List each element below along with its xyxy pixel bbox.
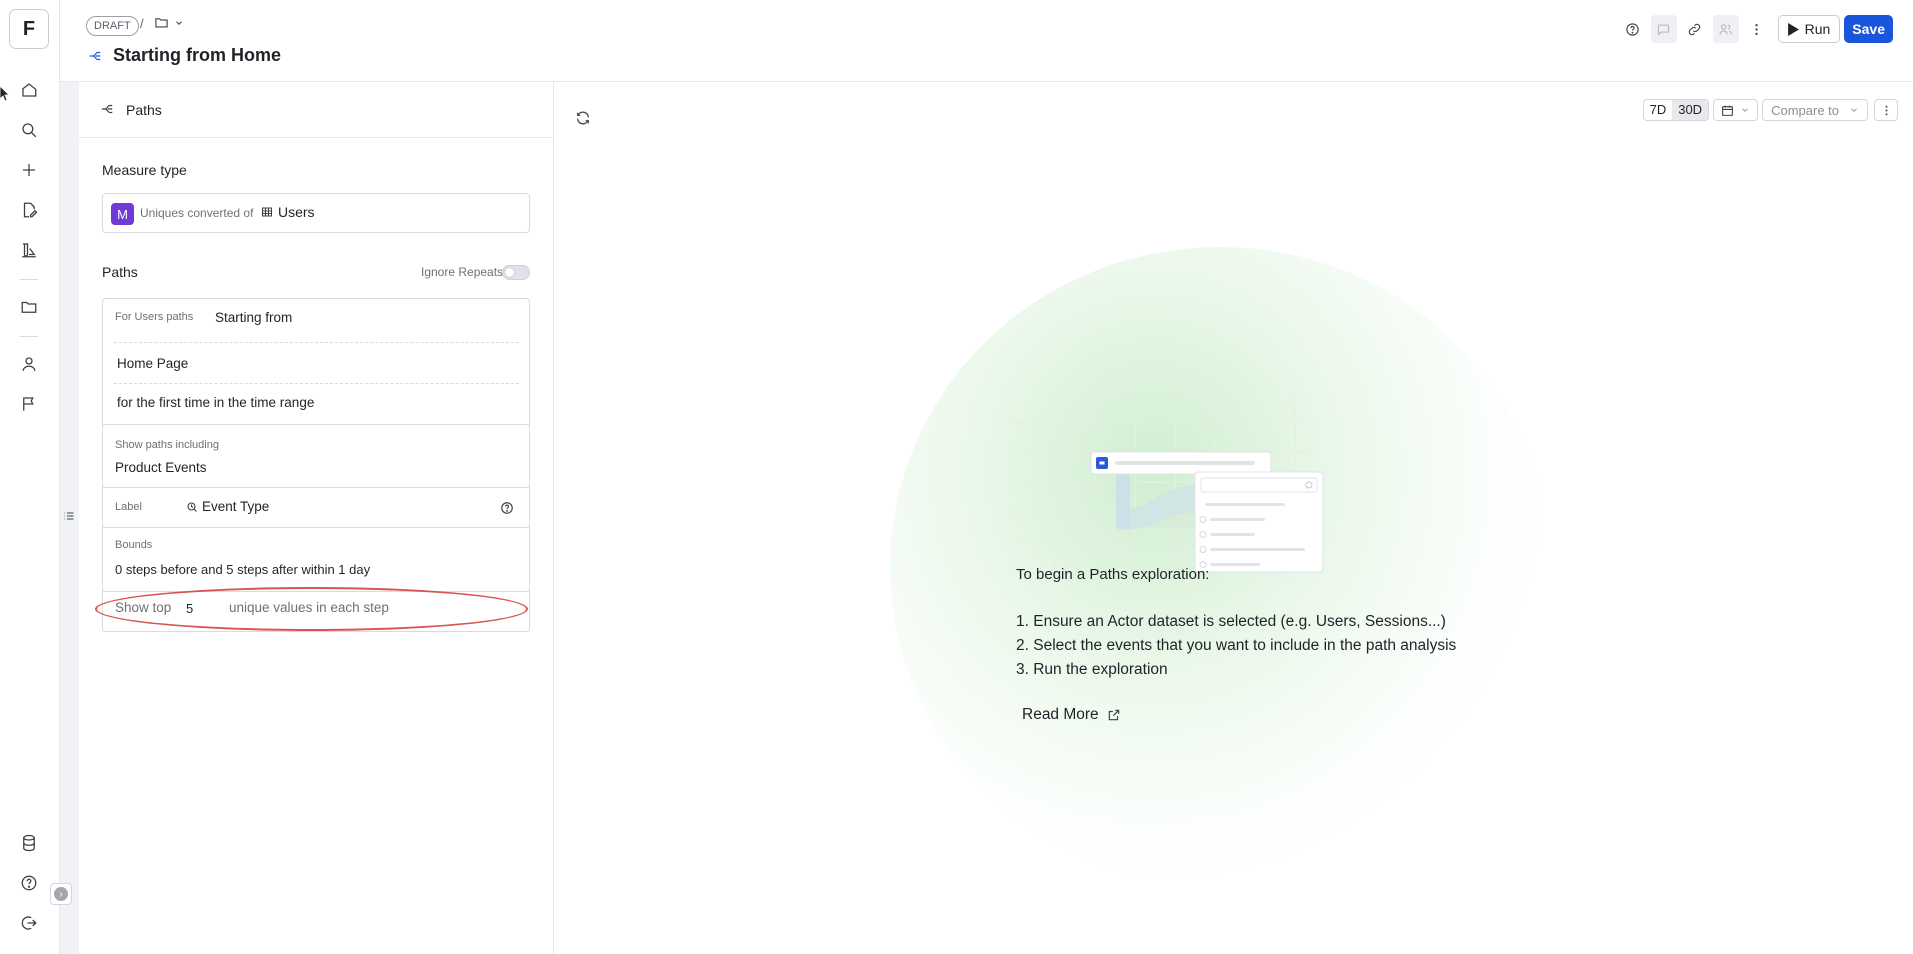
expand-sidebar-button[interactable]: › [50,883,72,905]
chevron-down-icon [1851,108,1857,112]
section-divider [103,424,529,425]
app-logo[interactable]: F [9,9,49,49]
edit-document-icon[interactable] [19,200,39,220]
event-type-icon [187,501,197,512]
compare-to-select[interactable]: Compare to [1762,99,1868,121]
time-controls: 7D 30D Compare to [1642,99,1898,121]
run-label: Run [1804,21,1831,37]
folder-picker[interactable] [154,15,184,30]
comment-icon[interactable] [1650,15,1677,43]
more-options-button[interactable] [1874,99,1898,121]
dataset-selector[interactable]: Users [261,204,315,220]
date-picker[interactable] [1713,99,1759,121]
main-area: 7D 30D Compare to To begin a Paths explo… [555,82,1913,954]
paths-title: Paths [102,264,138,280]
show-paths-including-label: Show paths including [115,439,219,451]
dashed-divider [114,342,519,343]
header-actions: Run Save [1618,15,1893,43]
database-icon[interactable] [19,833,39,853]
folder-icon[interactable] [19,297,39,317]
rail-divider [20,279,38,280]
section-divider [103,527,529,528]
search-icon[interactable] [19,120,39,140]
page-title[interactable]: Starting from Home [113,45,281,66]
share-users-icon[interactable] [1712,15,1739,43]
play-icon [1787,22,1799,36]
compare-placeholder: Compare to [1771,102,1839,118]
panel-tab-label: Paths [126,102,162,118]
panel-tab[interactable]: Paths [79,82,554,138]
more-vertical-icon[interactable] [1742,15,1772,43]
flag-icon[interactable] [19,394,39,414]
external-link-icon [1108,709,1119,721]
read-more-label: Read More [1022,706,1099,723]
help-icon[interactable] [500,501,514,515]
paths-icon [88,49,102,63]
measure-selector[interactable]: M Uniques converted of Users [102,193,530,233]
ignore-repeats-toggle[interactable] [502,265,530,280]
ignore-repeats-label: Ignore Repeats [421,265,504,279]
empty-state-steps: 1. Ensure an Actor dataset is selected (… [1016,610,1456,682]
save-button[interactable]: Save [1844,15,1893,43]
measure-text: Uniques converted of [140,206,254,220]
time-range-toggle: 7D 30D [1642,99,1710,121]
read-more-link[interactable]: Read More [1022,706,1121,724]
label-label: Label [115,501,142,513]
chevron-down-icon [176,20,182,25]
including-events-select[interactable]: Product Events [115,460,207,475]
link-icon[interactable] [1680,15,1710,43]
step-item: 2. Select the events that you want to in… [1016,637,1457,654]
empty-state-title: To begin a Paths exploration: [1016,566,1210,583]
top-header: DRAFT / Starting from Home Run Save [60,0,1913,82]
breadcrumb-separator: / [140,16,144,31]
list-icon[interactable] [63,510,75,522]
draft-badge: DRAFT [86,16,139,36]
range-7d[interactable]: 7D [1644,100,1673,120]
lab-icon[interactable] [19,240,39,260]
for-users-paths-label: For Users paths [115,311,194,323]
chevron-down-icon [1742,108,1748,112]
mouse-cursor [0,86,10,102]
table-icon [262,207,272,217]
left-rail: F [0,0,60,954]
label-value: Event Type [202,499,270,514]
label-selector[interactable]: Event Type [186,499,269,514]
section-divider [103,487,529,488]
rail-divider [20,336,38,337]
config-panel: Paths Measure type M Uniques converted o… [79,82,554,954]
paths-illustration [995,362,1325,592]
calendar-icon [1722,105,1733,116]
folder-icon [155,18,168,28]
more-vertical-icon [1885,105,1887,115]
plus-icon[interactable] [19,160,39,180]
paths-config-box: For Users paths Starting from Home Page … [102,298,530,632]
range-30d[interactable]: 30D [1672,100,1709,120]
dashed-divider [114,383,519,384]
step-item: 3. Run the exploration [1016,661,1168,678]
help-icon[interactable] [19,873,39,893]
dataset-name: Users [278,204,315,220]
annotation-highlight-oval [95,587,528,631]
arrow-right-icon: › [54,887,68,901]
first-time-select[interactable]: for the first time in the time range [117,395,314,410]
run-button[interactable]: Run [1777,15,1841,43]
path-direction-select[interactable]: Starting from [215,310,292,325]
refresh-icon[interactable] [575,110,591,126]
measure-badge: M [111,203,134,225]
help-icon[interactable] [1618,15,1648,43]
start-event-select[interactable]: Home Page [117,356,188,371]
paths-icon [100,102,114,116]
measure-type-title: Measure type [102,162,187,178]
logout-icon[interactable] [19,913,39,933]
bounds-value[interactable]: 0 steps before and 5 steps after within … [115,562,370,577]
bounds-label: Bounds [115,539,153,551]
home-icon[interactable] [19,80,39,100]
step-item: 1. Ensure an Actor dataset is selected (… [1016,613,1446,630]
user-icon[interactable] [19,354,39,374]
